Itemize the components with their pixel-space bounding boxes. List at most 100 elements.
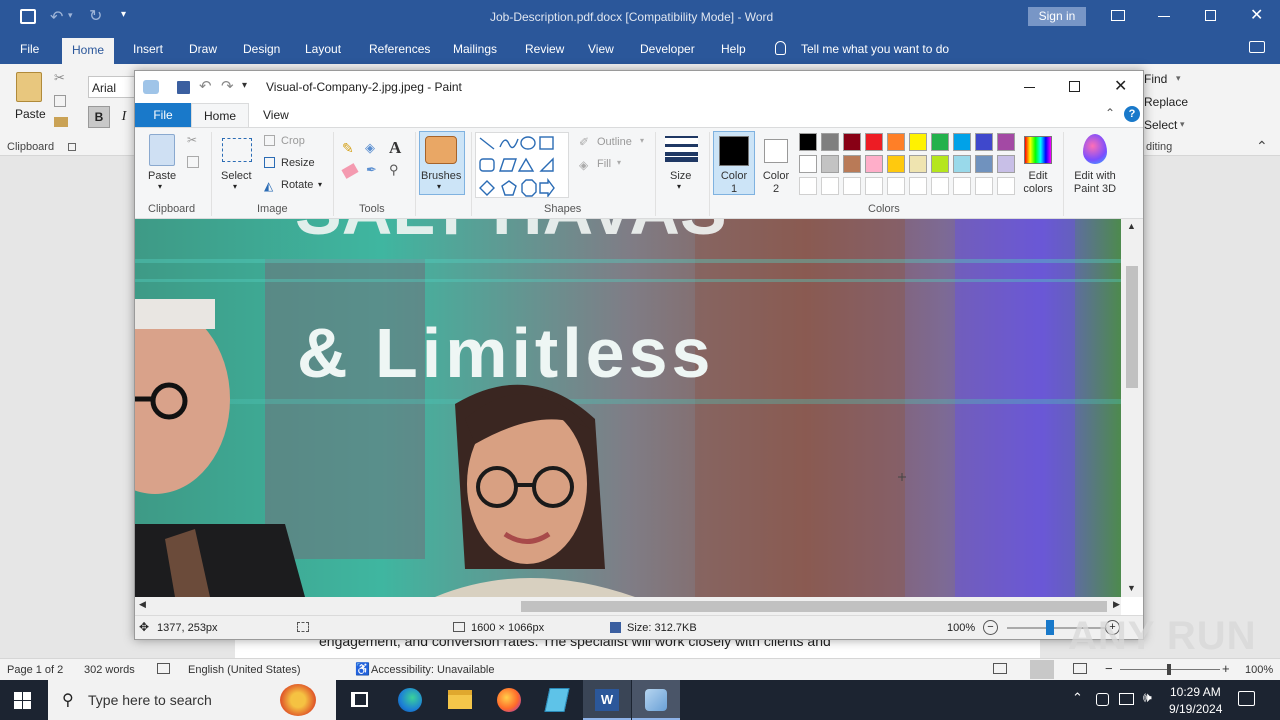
- zoom-slider-thumb[interactable]: [1167, 664, 1171, 675]
- collapse-ribbon-icon[interactable]: ⌃: [1256, 138, 1268, 155]
- size-icon[interactable]: [665, 136, 698, 162]
- find-button[interactable]: Find: [1144, 72, 1167, 86]
- color2-swatch[interactable]: [764, 139, 788, 163]
- crop-icon[interactable]: [264, 135, 275, 146]
- palette-swatch[interactable]: [799, 155, 817, 173]
- zoom-out-button[interactable]: −: [983, 620, 998, 635]
- palette-swatch[interactable]: [799, 133, 817, 151]
- text-icon[interactable]: A: [389, 138, 401, 158]
- close-icon[interactable]: ✕: [1250, 5, 1263, 25]
- palette-swatch[interactable]: [799, 177, 817, 195]
- accessibility-status[interactable]: Accessibility: Unavailable: [371, 664, 495, 676]
- tab-insert[interactable]: Insert: [133, 42, 163, 56]
- italic-button[interactable]: I: [116, 106, 132, 128]
- palette-swatch[interactable]: [887, 155, 905, 173]
- palette-swatch[interactable]: [887, 133, 905, 151]
- tell-me-search[interactable]: Tell me what you want to do: [801, 42, 949, 56]
- select-button[interactable]: Select: [1144, 118, 1177, 132]
- close-icon[interactable]: ✕: [1114, 76, 1127, 96]
- undo-dropdown-icon[interactable]: ▾: [68, 10, 73, 21]
- zoom-level[interactable]: 100%: [1245, 664, 1273, 676]
- customize-qat-icon[interactable]: ▾: [242, 80, 247, 91]
- horizontal-scroll-thumb[interactable]: [521, 601, 1107, 612]
- cut-icon[interactable]: ✂: [54, 70, 65, 86]
- palette-swatch[interactable]: [997, 155, 1015, 173]
- magnifier-icon[interactable]: ⚲: [389, 162, 399, 178]
- palette-swatch[interactable]: [865, 177, 883, 195]
- palette-swatch[interactable]: [975, 133, 993, 151]
- scroll-right-icon[interactable]: ▶: [1113, 599, 1120, 610]
- tab-view[interactable]: View: [263, 108, 289, 122]
- clock-time[interactable]: 10:29 AM: [1170, 685, 1221, 699]
- tab-developer[interactable]: Developer: [640, 42, 695, 56]
- edit-colors-button[interactable]: Edit colors: [1019, 170, 1057, 196]
- tab-home[interactable]: Home: [62, 38, 115, 64]
- redo-icon[interactable]: ↷: [221, 77, 234, 95]
- start-button[interactable]: [14, 692, 31, 709]
- minimize-icon[interactable]: [1024, 87, 1035, 88]
- meet-now-icon[interactable]: [1096, 693, 1109, 706]
- font-name-box[interactable]: Arial: [88, 76, 138, 98]
- show-hidden-icons[interactable]: ⌃: [1072, 690, 1083, 706]
- scroll-left-icon[interactable]: ◀: [139, 599, 146, 610]
- tab-references[interactable]: References: [369, 42, 430, 56]
- page-count[interactable]: Page 1 of 2: [7, 664, 63, 676]
- firefox-icon[interactable]: [497, 688, 521, 712]
- palette-swatch[interactable]: [865, 133, 883, 151]
- resize-icon[interactable]: [264, 157, 275, 168]
- palette-swatch[interactable]: [975, 155, 993, 173]
- word-count[interactable]: 302 words: [84, 664, 135, 676]
- cut-icon[interactable]: ✂: [187, 133, 197, 147]
- resize-button[interactable]: Resize: [281, 157, 315, 169]
- palette-swatch[interactable]: [931, 177, 949, 195]
- fill-icon[interactable]: ◈: [365, 140, 375, 156]
- maximize-icon[interactable]: [1205, 10, 1216, 21]
- tab-draw[interactable]: Draw: [189, 42, 217, 56]
- palette-swatch[interactable]: [821, 133, 839, 151]
- task-view-icon[interactable]: [351, 692, 368, 707]
- vertical-scrollbar[interactable]: ▲ ▼: [1121, 219, 1143, 597]
- paste-icon[interactable]: [149, 134, 175, 166]
- ribbon-display-icon[interactable]: [1111, 10, 1125, 21]
- shapes-icons[interactable]: [478, 135, 558, 197]
- language[interactable]: English (United States): [188, 664, 301, 676]
- network-icon[interactable]: [1119, 693, 1134, 705]
- palette-swatch[interactable]: [843, 177, 861, 195]
- palette-swatch[interactable]: [953, 155, 971, 173]
- crop-button[interactable]: Crop: [281, 135, 305, 147]
- palette-swatch[interactable]: [953, 133, 971, 151]
- tab-design[interactable]: Design: [243, 42, 280, 56]
- palette-swatch[interactable]: [975, 177, 993, 195]
- fill-button[interactable]: Fill: [597, 158, 611, 170]
- palette-swatch[interactable]: [887, 177, 905, 195]
- palette-swatch[interactable]: [931, 133, 949, 151]
- bold-button[interactable]: B: [88, 106, 110, 128]
- tab-mailings[interactable]: Mailings: [453, 42, 497, 56]
- rotate-button[interactable]: Rotate: [281, 179, 313, 191]
- palette-swatch[interactable]: [843, 155, 861, 173]
- edge-icon[interactable]: [398, 688, 422, 712]
- palette-swatch[interactable]: [865, 155, 883, 173]
- palette-swatch[interactable]: [997, 177, 1015, 195]
- scroll-down-icon[interactable]: ▼: [1127, 583, 1136, 593]
- copy-icon[interactable]: [187, 156, 199, 168]
- sign-in-button[interactable]: Sign in: [1028, 7, 1086, 26]
- rotate-icon[interactable]: ◭: [264, 179, 273, 193]
- taskbar-search-box[interactable]: ⚲ Type here to search: [48, 680, 336, 720]
- color2-label[interactable]: Color 2: [760, 170, 792, 196]
- redo-icon[interactable]: ↻: [89, 6, 102, 26]
- edit-colors-icon[interactable]: [1024, 136, 1052, 164]
- zoom-in-icon[interactable]: +: [1222, 661, 1230, 676]
- select-button[interactable]: Select: [221, 170, 252, 182]
- paint-canvas[interactable]: SALT HAVAS e & Limitless: [135, 219, 1121, 597]
- horizontal-scrollbar[interactable]: ◀ ▶: [135, 597, 1121, 615]
- web-layout-icon[interactable]: [1073, 663, 1087, 674]
- tab-home[interactable]: Home: [191, 103, 249, 128]
- tab-review[interactable]: Review: [525, 42, 564, 56]
- volume-icon[interactable]: 🕪: [1143, 689, 1152, 706]
- customize-qat-icon[interactable]: ▾: [121, 9, 126, 20]
- palette-swatch[interactable]: [821, 155, 839, 173]
- file-explorer-icon[interactable]: [448, 690, 472, 709]
- maximize-icon[interactable]: [1069, 81, 1080, 92]
- scroll-up-icon[interactable]: ▲: [1127, 221, 1136, 231]
